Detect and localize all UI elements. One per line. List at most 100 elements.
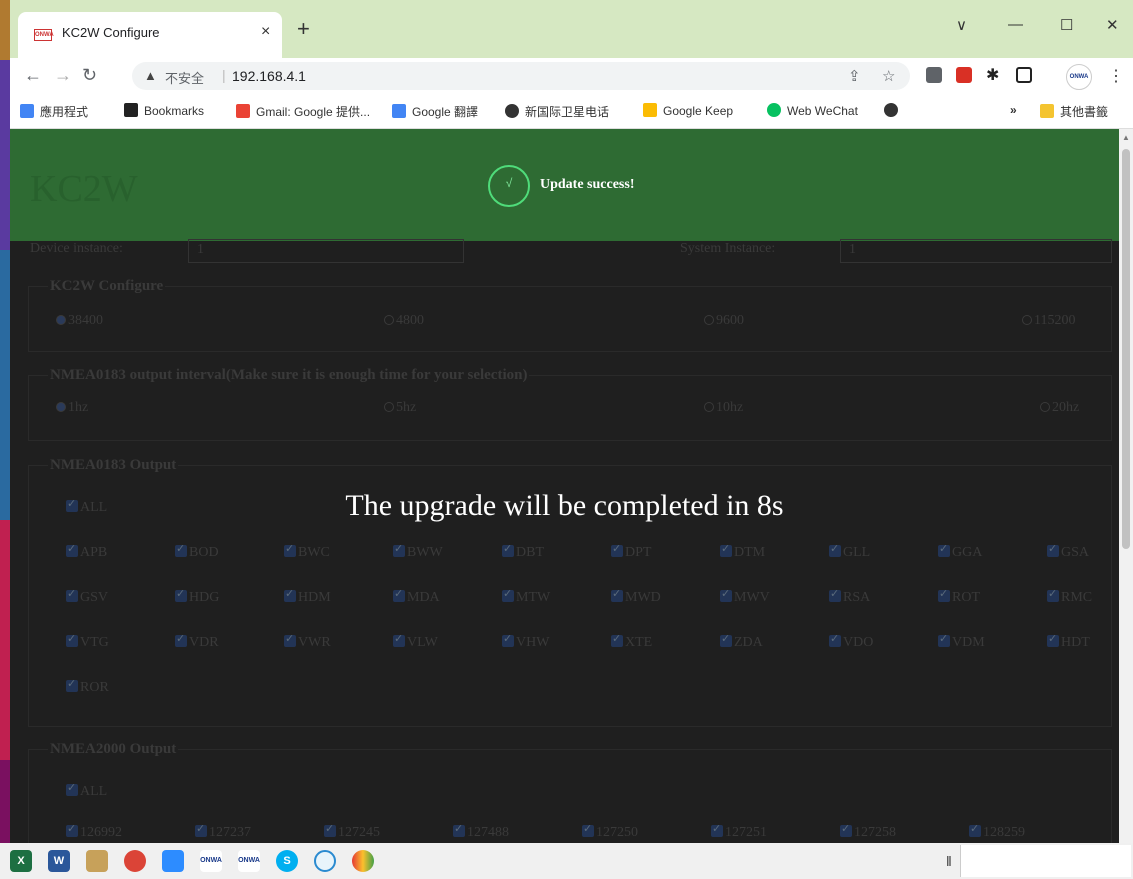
interval-10hz-radio[interactable]: 10hz bbox=[704, 400, 743, 416]
bookmark-star-icon[interactable]: ☆ bbox=[882, 67, 895, 85]
nmea2000-output-group bbox=[28, 749, 1112, 843]
nmea2000-output-legend: NMEA2000 Output bbox=[48, 741, 179, 758]
nmea0183-checkbox-vhw[interactable]: VHW bbox=[502, 632, 549, 651]
bookmark-google-keep[interactable]: Google Keep bbox=[643, 103, 733, 118]
interval-5hz-radio[interactable]: 5hz bbox=[384, 400, 416, 416]
system-instance-input[interactable]: 1 bbox=[840, 239, 1112, 263]
nmea0183-checkbox-dtm[interactable]: DTM bbox=[720, 542, 765, 561]
page-scrollbar[interactable]: ▲ bbox=[1119, 129, 1133, 843]
nmea0183-checkbox-bww[interactable]: BWW bbox=[393, 542, 443, 561]
side-panel-icon[interactable] bbox=[1016, 67, 1032, 83]
nmea2000-checkbox-128259[interactable]: 128259 bbox=[969, 822, 1025, 841]
nmea0183-checkbox-vdr[interactable]: VDR bbox=[175, 632, 219, 651]
zoom-icon[interactable] bbox=[162, 850, 184, 872]
nmea2000-checkbox-127245[interactable]: 127245 bbox=[324, 822, 380, 841]
url-text[interactable]: 192.168.4.1 bbox=[232, 68, 306, 84]
nmea0183-checkbox-mwd[interactable]: MWD bbox=[611, 587, 661, 606]
word-icon[interactable]: W bbox=[48, 850, 70, 872]
bookmark-apps[interactable]: 應用程式 bbox=[20, 103, 88, 120]
nmea2000-checkbox-127237[interactable]: 127237 bbox=[195, 822, 251, 841]
nmea2000-checkbox-127488[interactable]: 127488 bbox=[453, 822, 509, 841]
skype-icon[interactable]: S bbox=[276, 850, 298, 872]
nmea0183-checkbox-vwr[interactable]: VWR bbox=[284, 632, 331, 651]
more-menu-icon[interactable]: ⋮ bbox=[1108, 66, 1124, 86]
reload-icon[interactable]: ↻ bbox=[82, 64, 97, 86]
nmea0183-checkbox-rot[interactable]: ROT bbox=[938, 587, 980, 606]
maximize-button[interactable]: ☐ bbox=[1060, 16, 1073, 34]
new-tab-button[interactable]: + bbox=[297, 18, 310, 40]
tab-kc2w-configure[interactable]: ONWA KC2W Configure × bbox=[18, 12, 282, 58]
address-bar[interactable]: ▲ 不安全 | 192.168.4.1 ⇪ ☆ bbox=[132, 62, 910, 90]
tab-close-icon[interactable]: × bbox=[261, 23, 270, 41]
bookmark-globe[interactable] bbox=[884, 103, 904, 118]
scroll-up-arrow-icon[interactable]: ▲ bbox=[1122, 133, 1130, 142]
nmea2000-all-checkbox[interactable]: ALL bbox=[66, 781, 107, 800]
onwa-nmea-icon[interactable]: ONWA bbox=[200, 850, 222, 872]
nmea2000-checkbox-126992[interactable]: 126992 bbox=[66, 822, 122, 841]
bookmark-google-translate[interactable]: Google 翻譯 bbox=[392, 103, 478, 120]
nmea0183-checkbox-vlw[interactable]: VLW bbox=[393, 632, 438, 651]
paint-icon[interactable] bbox=[86, 850, 108, 872]
more-bookmarks-chevron-icon[interactable]: » bbox=[1010, 103, 1017, 117]
extension-keep-icon[interactable] bbox=[926, 67, 942, 83]
nmea0183-checkbox-apb[interactable]: APB bbox=[66, 542, 107, 561]
bookmark-bookmarks[interactable]: Bookmarks bbox=[124, 103, 204, 118]
nmea0183-checkbox-vdo[interactable]: VDO bbox=[829, 632, 873, 651]
success-toast: KC2W √ Update success! bbox=[10, 129, 1119, 241]
nmea0183-checkbox-zda[interactable]: ZDA bbox=[720, 632, 763, 651]
back-arrow-icon[interactable]: ← bbox=[24, 64, 42, 86]
nmea0183-checkbox-vdm[interactable]: VDM bbox=[938, 632, 985, 651]
nmea0183-checkbox-mwv[interactable]: MWV bbox=[720, 587, 770, 606]
baud-38400-radio[interactable]: 38400 bbox=[56, 313, 103, 329]
nmea0183-checkbox-dpt[interactable]: DPT bbox=[611, 542, 651, 561]
nmea0183-checkbox-mda[interactable]: MDA bbox=[393, 587, 440, 606]
nmea0183-checkbox-rsa[interactable]: RSA bbox=[829, 587, 870, 606]
bookmark-web-wechat[interactable]: Web WeChat bbox=[767, 103, 858, 118]
warning-triangle-icon[interactable]: ▲ bbox=[144, 68, 157, 83]
profile-avatar[interactable]: ONWA bbox=[1066, 64, 1092, 90]
nmea0183-checkbox-xte[interactable]: XTE bbox=[611, 632, 652, 651]
baud-9600-radio[interactable]: 9600 bbox=[704, 313, 744, 329]
nmea0183-checkbox-gsv[interactable]: GSV bbox=[66, 587, 108, 606]
photos-icon[interactable] bbox=[352, 850, 374, 872]
extension-pdf-icon[interactable] bbox=[956, 67, 972, 83]
forward-arrow-icon[interactable]: → bbox=[54, 64, 72, 86]
globe-icon bbox=[505, 104, 519, 118]
tab-search-chevron-icon[interactable]: ∨ bbox=[956, 16, 967, 34]
cortana-icon[interactable] bbox=[314, 850, 336, 872]
close-window-button[interactable]: ✕ bbox=[1106, 16, 1119, 34]
nmea0183-checkbox-mtw[interactable]: MTW bbox=[502, 587, 550, 606]
bookmark-gmail[interactable]: Gmail: Google 提供... bbox=[236, 103, 370, 120]
nmea0183-checkbox-hdm[interactable]: HDM bbox=[284, 587, 331, 606]
taskbar-separator: ‖ bbox=[946, 853, 952, 869]
nmea0183-checkbox-gll[interactable]: GLL bbox=[829, 542, 870, 561]
nmea2000-checkbox-127251[interactable]: 127251 bbox=[711, 822, 767, 841]
nmea0183-checkbox-bwc[interactable]: BWC bbox=[284, 542, 330, 561]
chrome-icon[interactable] bbox=[124, 850, 146, 872]
nmea0183-checkbox-dbt[interactable]: DBT bbox=[502, 542, 544, 561]
baud-115200-radio[interactable]: 115200 bbox=[1022, 313, 1075, 329]
interval-20hz-radio[interactable]: 20hz bbox=[1040, 400, 1079, 416]
taskbar-tray-area[interactable] bbox=[960, 845, 1131, 877]
nmea0183-checkbox-ror[interactable]: ROR bbox=[66, 677, 109, 696]
nmea2000-checkbox-127250[interactable]: 127250 bbox=[582, 822, 638, 841]
interval-1hz-radio[interactable]: 1hz bbox=[56, 400, 88, 416]
nmea0183-checkbox-hdg[interactable]: HDG bbox=[175, 587, 219, 606]
scrollbar-thumb[interactable] bbox=[1122, 149, 1130, 549]
share-icon[interactable]: ⇪ bbox=[848, 67, 861, 85]
other-bookmarks-folder[interactable]: 其他書籤 bbox=[1040, 103, 1108, 120]
device-instance-input[interactable]: 1 bbox=[188, 239, 464, 263]
nmea0183-checkbox-gga[interactable]: GGA bbox=[938, 542, 982, 561]
minimize-button[interactable]: — bbox=[1008, 16, 1023, 33]
nmea0183-checkbox-bod[interactable]: BOD bbox=[175, 542, 219, 561]
nmea0183-checkbox-hdt[interactable]: HDT bbox=[1047, 632, 1090, 651]
nmea0183-checkbox-gsa[interactable]: GSA bbox=[1047, 542, 1089, 561]
nmea0183-checkbox-rmc[interactable]: RMC bbox=[1047, 587, 1092, 606]
baud-4800-radio[interactable]: 4800 bbox=[384, 313, 424, 329]
onwa-tool-icon[interactable]: ONWA bbox=[238, 850, 260, 872]
excel-icon[interactable]: X bbox=[10, 850, 32, 872]
extensions-puzzle-icon[interactable]: ✱ bbox=[986, 65, 999, 87]
nmea0183-checkbox-vtg[interactable]: VTG bbox=[66, 632, 109, 651]
nmea2000-checkbox-127258[interactable]: 127258 bbox=[840, 822, 896, 841]
bookmark-satellite-phone[interactable]: 新国际卫星电话 bbox=[505, 103, 609, 120]
